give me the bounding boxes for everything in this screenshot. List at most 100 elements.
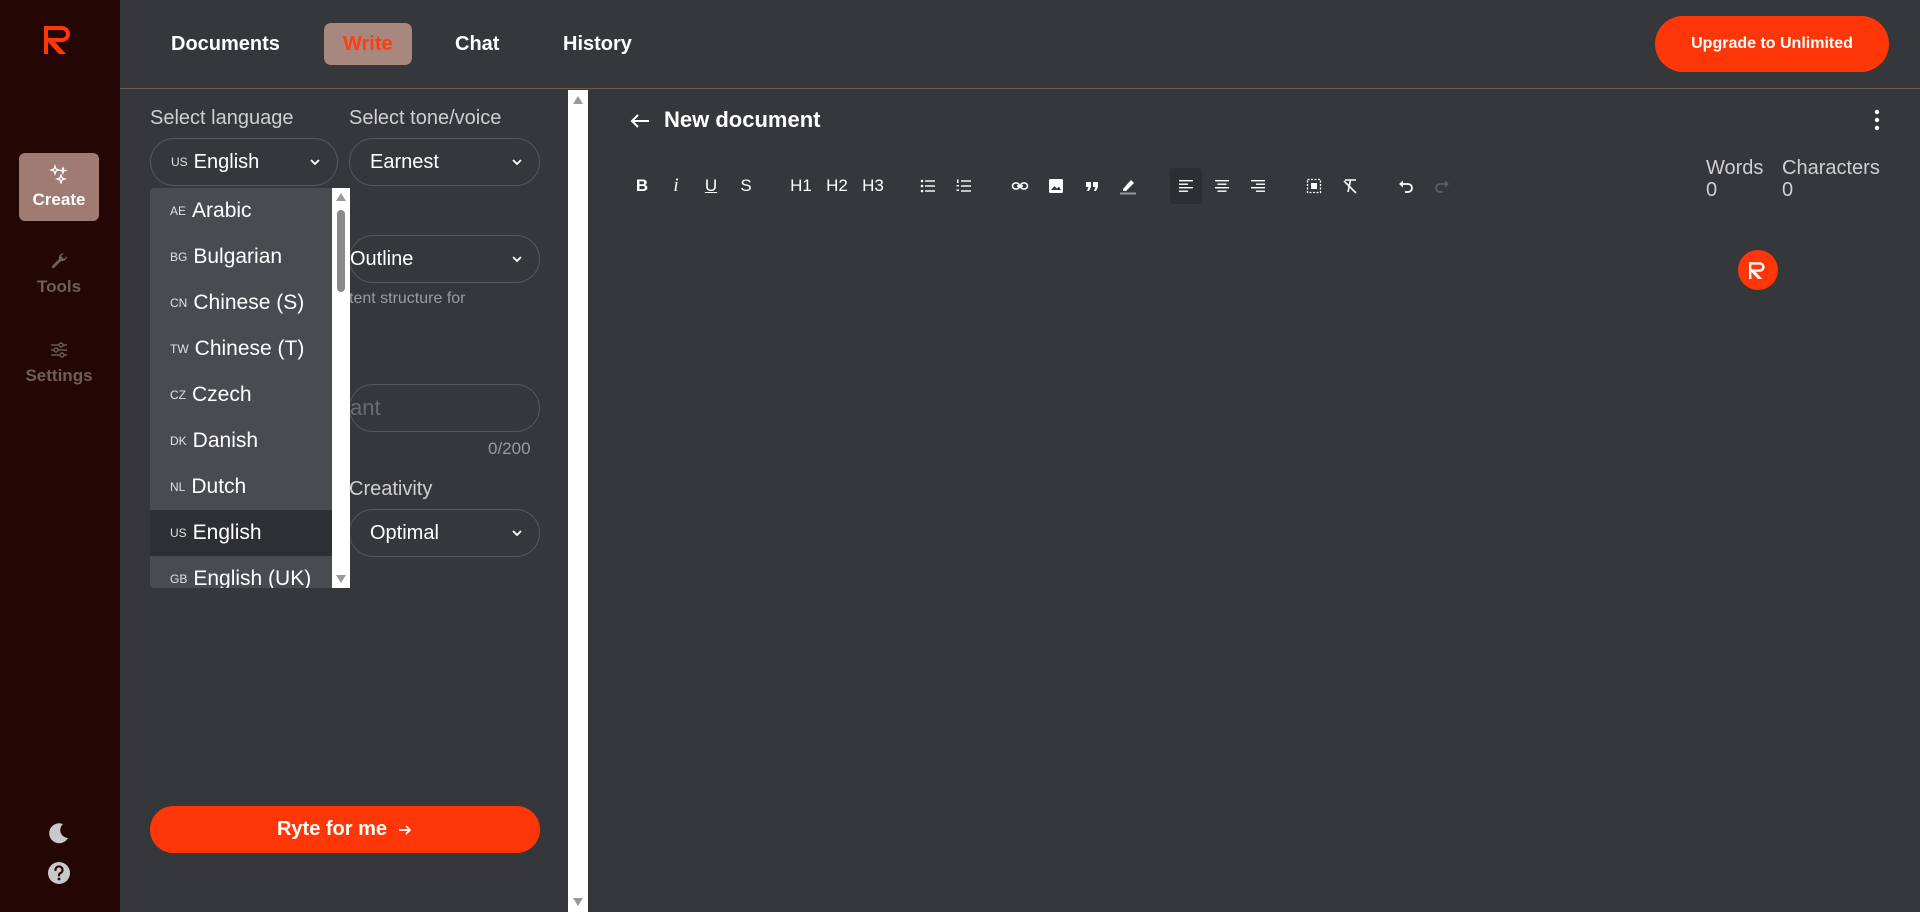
option-label: Chinese (T): [194, 337, 305, 360]
language-options: AE Arabic BG Bulgarian CN Chinese (S) TW Chi…: [150, 188, 332, 588]
creativity-label: Creativity: [349, 478, 433, 500]
undo-button[interactable]: [1392, 168, 1420, 204]
numbered-list-icon: [956, 179, 971, 192]
usecase-hint: tent structure for: [349, 290, 466, 307]
scroll-up-arrow-icon[interactable]: [573, 96, 583, 104]
creativity-select-value: Optimal: [370, 521, 439, 544]
more-options-icon[interactable]: [1874, 109, 1880, 131]
tone-select[interactable]: Earnest: [349, 138, 540, 186]
align-right-icon: [1251, 180, 1265, 192]
country-code: US: [171, 155, 188, 169]
tab-history[interactable]: History: [544, 23, 651, 65]
underline-button[interactable]: U: [698, 168, 724, 204]
language-option[interactable]: TW Chinese (T): [150, 326, 332, 372]
select-all-button[interactable]: [1300, 168, 1328, 204]
back-arrow-icon[interactable]: [628, 109, 652, 133]
assistant-avatar[interactable]: [1738, 250, 1778, 290]
top-nav: Documents Write Chat History Upgrade to …: [120, 0, 1920, 89]
option-label: Dutch: [191, 475, 247, 498]
panel-scrollbar[interactable]: [568, 90, 588, 912]
document-title[interactable]: New document: [664, 107, 820, 133]
ryte-for-me-button[interactable]: Ryte for me: [150, 806, 540, 853]
language-option[interactable]: AE Arabic: [150, 188, 332, 234]
words-label: Words: [1706, 157, 1764, 179]
country-code: TW: [170, 342, 189, 356]
sidebar-item-tools[interactable]: Tools: [19, 240, 99, 308]
language-option[interactable]: BG Bulgarian: [150, 234, 332, 280]
strike-button[interactable]: S: [734, 168, 758, 204]
sidebar-item-create[interactable]: Create: [19, 153, 99, 221]
keyword-input[interactable]: ant: [349, 384, 540, 432]
creativity-select[interactable]: Optimal: [349, 509, 540, 557]
select-all-icon: [1306, 178, 1322, 194]
align-center-icon: [1215, 180, 1229, 192]
language-option[interactable]: NL Dutch: [150, 464, 332, 510]
sparkles-icon: [49, 164, 68, 184]
option-label: Bulgarian: [193, 245, 283, 268]
language-option[interactable]: CZ Czech: [150, 372, 332, 418]
align-right-button[interactable]: [1244, 168, 1272, 204]
words-value: 0: [1706, 179, 1718, 201]
logo-icon: [1749, 262, 1765, 279]
arrow-right-icon: [399, 824, 412, 835]
character-count: Characters 0: [1782, 157, 1880, 201]
h1-button[interactable]: H1: [786, 168, 816, 204]
numbered-list-button[interactable]: [950, 168, 978, 204]
country-code: NL: [170, 480, 186, 494]
chevron-down-icon: [512, 159, 522, 166]
redo-button[interactable]: [1428, 168, 1456, 204]
tab-write[interactable]: Write: [324, 23, 412, 65]
sidebar-item-label: Create: [32, 190, 86, 209]
scroll-down-arrow-icon[interactable]: [336, 575, 346, 583]
chevron-down-icon: [512, 256, 522, 263]
highlight-button[interactable]: [1114, 168, 1142, 204]
bold-button[interactable]: B: [628, 168, 656, 204]
h2-button[interactable]: H2: [822, 168, 852, 204]
sidebar-item-settings[interactable]: Settings: [19, 329, 99, 397]
logo-icon[interactable]: [44, 22, 74, 56]
tab-chat[interactable]: Chat: [436, 23, 518, 65]
upgrade-button[interactable]: Upgrade to Unlimited: [1655, 16, 1889, 72]
align-center-button[interactable]: [1208, 168, 1236, 204]
language-option-selected[interactable]: US English: [150, 510, 332, 556]
align-left-icon: [1179, 180, 1193, 192]
scroll-up-arrow-icon[interactable]: [336, 193, 346, 201]
usecase-select[interactable]: Outline: [349, 235, 540, 283]
country-code: BG: [170, 250, 188, 264]
moon-icon[interactable]: [46, 820, 72, 846]
dropdown-scrollbar[interactable]: [332, 188, 350, 588]
option-label: Chinese (S): [193, 291, 305, 314]
ryte-button-label: Ryte for me: [276, 818, 388, 840]
left-rail: Create Tools Settings: [0, 0, 120, 912]
image-button[interactable]: [1042, 168, 1070, 204]
scroll-down-arrow-icon[interactable]: [573, 898, 583, 906]
language-select[interactable]: US English: [150, 138, 338, 186]
char-counter: 0/200: [488, 439, 531, 458]
language-dropdown: AE Arabic BG Bulgarian CN Chinese (S) TW Chi…: [150, 188, 350, 588]
option-label: Czech: [192, 383, 252, 406]
align-left-button[interactable]: [1170, 168, 1202, 204]
scroll-thumb[interactable]: [337, 210, 345, 292]
sliders-icon: [51, 342, 67, 358]
help-icon[interactable]: [46, 860, 72, 886]
h3-button[interactable]: H3: [858, 168, 888, 204]
sidebar-item-label: Tools: [36, 277, 82, 296]
undo-icon: [1399, 180, 1413, 193]
clear-format-button[interactable]: [1336, 168, 1364, 204]
quote-button[interactable]: [1078, 168, 1106, 204]
language-option[interactable]: GB English (UK): [150, 556, 332, 588]
bullet-list-button[interactable]: [914, 168, 942, 204]
clear-format-icon: [1343, 179, 1357, 194]
language-option[interactable]: DK Danish: [150, 418, 332, 464]
sidebar-item-label: Settings: [25, 366, 93, 385]
keyword-placeholder: ant: [350, 395, 381, 420]
language-option[interactable]: CN Chinese (S): [150, 280, 332, 326]
editor-area: New document B i U S H1 H2 H3 Words 0 Ch…: [588, 90, 1920, 912]
country-code: AE: [170, 204, 187, 218]
link-icon: [1011, 182, 1029, 190]
tab-documents[interactable]: Documents: [152, 23, 299, 65]
country-code: DK: [170, 434, 187, 448]
link-button[interactable]: [1006, 168, 1034, 204]
chars-value: 0: [1782, 179, 1794, 201]
italic-button[interactable]: i: [664, 168, 688, 204]
